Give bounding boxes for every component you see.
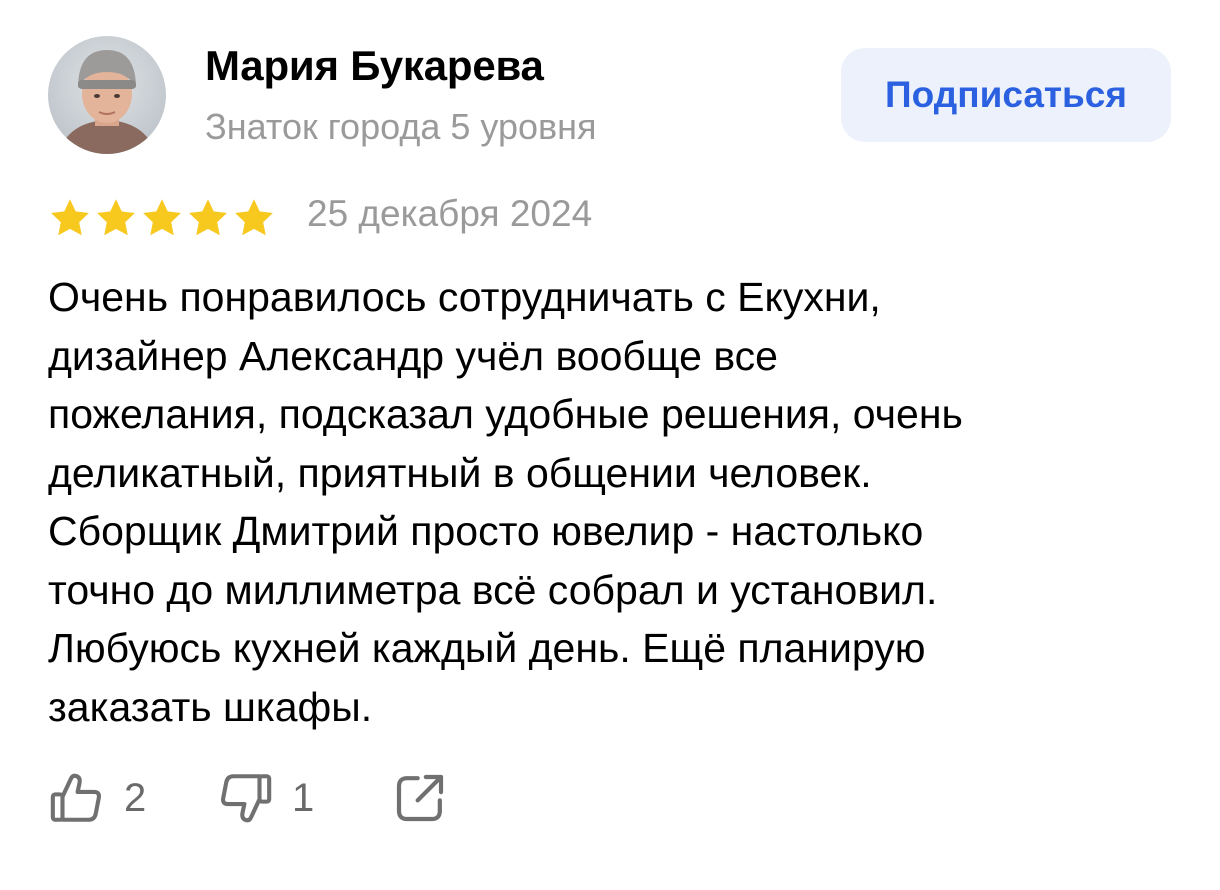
review-card: Мария Букарева Знаток города 5 уровня По… [0,0,1220,890]
like-count: 2 [124,775,147,820]
author-level: Знаток города 5 уровня [205,106,597,147]
star-icon [235,199,273,236]
thumbs-up-icon [50,773,101,822]
star-icon [97,199,135,236]
share-icon [396,774,444,822]
dislike-count: 1 [292,775,315,820]
avatar[interactable] [48,36,166,154]
review-date: 25 декабря 2024 [307,193,593,234]
dislike-button[interactable]: 1 [216,768,314,828]
review-text-line: Любуюсь кухней каждый день. Ещё планирую [48,625,926,671]
review-text: Очень понравилось сотрудничать с Екухни,… [48,268,1178,736]
review-text-line: Очень понравилось сотрудничать с Екухни, [48,274,881,320]
review-text-line: точно до миллиметра всё собрал и установ… [48,566,938,613]
thumbs-down-icon [221,774,272,823]
star-icon [51,199,89,236]
star-icon [143,199,181,236]
share-button[interactable] [392,768,448,828]
review-text-line: дизайнер Александр учёл вообще все [48,332,778,379]
like-button[interactable]: 2 [48,768,146,828]
star-rating [48,196,278,240]
review-text-line: деликатный, приятный в общении человек. [48,449,872,496]
review-text-line: Сборщик Дмитрий просто ювелир - настольк… [48,508,924,554]
review-text-line: пожелания, подсказал удобные решения, оч… [48,391,963,437]
review-text-line: заказать шкафы. [48,683,373,730]
author-name[interactable]: Мария Букарева [205,42,544,90]
subscribe-button[interactable]: Подписаться [841,48,1171,142]
star-icon [189,199,227,236]
